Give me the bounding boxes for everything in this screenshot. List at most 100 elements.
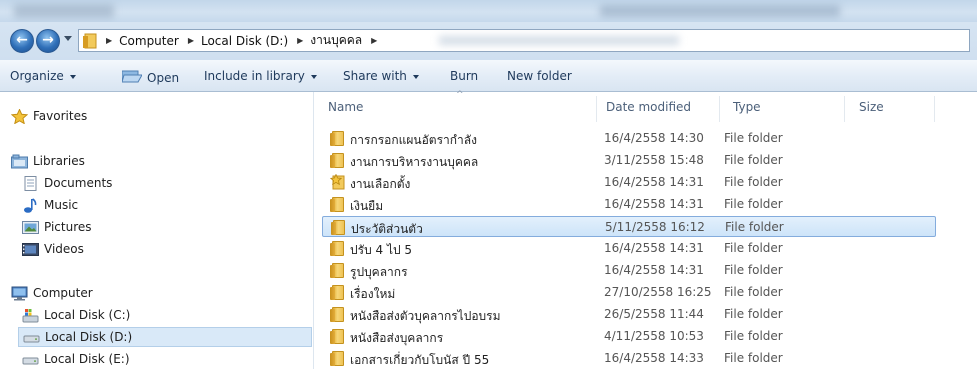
computer-icon bbox=[11, 286, 28, 301]
folder-icon bbox=[330, 152, 345, 168]
favorite-folder-icon bbox=[329, 173, 345, 190]
star-icon bbox=[10, 107, 29, 125]
breadcrumb-separator[interactable]: ▶ bbox=[106, 36, 112, 45]
file-row[interactable]: หนังสือส่งตัวบุคลากรไปอบรม 26/5/2558 11:4… bbox=[322, 304, 936, 325]
share-with-button[interactable]: Share with bbox=[343, 69, 419, 83]
breadcrumb-local-disk-d[interactable]: Local Disk (D:) bbox=[201, 34, 288, 48]
file-type: File folder bbox=[724, 153, 783, 167]
file-date-modified: 16/4/2558 14:30 bbox=[604, 131, 704, 145]
file-date-modified: 4/11/2558 10:53 bbox=[604, 329, 704, 343]
folder-icon bbox=[330, 262, 345, 278]
column-divider[interactable] bbox=[844, 96, 845, 122]
file-row[interactable]: ประวัติส่วนตัว 5/11/2558 16:12 File folder bbox=[322, 216, 936, 237]
file-date-modified: 16/4/2558 14:33 bbox=[604, 351, 704, 365]
drive-icon bbox=[22, 352, 39, 367]
forward-button[interactable]: → bbox=[36, 29, 60, 53]
pictures-icon bbox=[22, 220, 39, 235]
file-date-modified: 16/4/2558 14:31 bbox=[604, 175, 704, 189]
column-header-name[interactable]: Name bbox=[328, 92, 363, 122]
file-row[interactable]: เอกสารเกี่ยวกับโบนัส ปี 55 16/4/2558 14:3… bbox=[322, 348, 936, 369]
open-label: Open bbox=[147, 70, 180, 85]
nav-local-disk-c[interactable]: Local Disk (C:) bbox=[22, 305, 130, 325]
nav-local-disk-d[interactable]: Local Disk (D:) bbox=[18, 327, 312, 347]
folder-icon bbox=[330, 196, 345, 212]
file-name: ปรับ 4 ไป 5 bbox=[350, 243, 413, 257]
file-row[interactable]: เรื่องใหม่ 27/10/2558 16:25 File folder bbox=[322, 282, 936, 303]
music-icon bbox=[22, 197, 39, 213]
file-date-modified: 3/11/2558 15:48 bbox=[604, 153, 704, 167]
open-folder-icon bbox=[121, 69, 143, 86]
include-in-library-button[interactable]: Include in library bbox=[204, 69, 317, 83]
file-row[interactable]: หนังสือส่งบุคลากร 4/11/2558 10:53 File fol… bbox=[322, 326, 936, 347]
file-row[interactable]: การกรอกแผนอัตรากำลัง 16/4/2558 14:30 File … bbox=[322, 128, 936, 149]
libraries-icon bbox=[11, 154, 28, 169]
nav-videos[interactable]: Videos bbox=[22, 239, 84, 259]
file-type: File folder bbox=[724, 131, 783, 145]
folder-icon bbox=[330, 306, 345, 322]
breadcrumb-computer[interactable]: Computer bbox=[119, 34, 179, 48]
nav-music[interactable]: Music bbox=[22, 195, 78, 215]
file-row[interactable]: งานการบริหารงานบุคคล 3/11/2558 15:48 File … bbox=[322, 150, 936, 171]
file-type: File folder bbox=[725, 220, 784, 234]
nav-documents[interactable]: Documents bbox=[22, 173, 112, 193]
nav-pictures[interactable]: Pictures bbox=[22, 217, 92, 237]
include-in-library-label: Include in library bbox=[204, 69, 305, 83]
file-row[interactable]: เงินยืม 16/4/2558 14:31 File folder bbox=[322, 194, 936, 215]
recent-pages-dropdown[interactable] bbox=[64, 36, 72, 41]
file-type: File folder bbox=[724, 285, 783, 299]
file-name: ประวัติส่วนตัว bbox=[351, 222, 423, 236]
chevron-down-icon bbox=[69, 75, 76, 79]
file-type: File folder bbox=[724, 263, 783, 277]
file-name: เรื่องใหม่ bbox=[350, 287, 396, 301]
column-header-type[interactable]: Type bbox=[733, 92, 761, 122]
file-type: File folder bbox=[724, 351, 783, 365]
file-row[interactable]: งานเลือกตั้ง 16/4/2558 14:31 File folder bbox=[322, 172, 936, 193]
nav-favorites[interactable]: Favorites bbox=[10, 106, 88, 126]
sort-ascending-icon: ^ bbox=[456, 90, 464, 100]
column-divider[interactable] bbox=[596, 96, 597, 122]
burn-button[interactable]: Burn bbox=[450, 69, 478, 83]
file-row[interactable]: รูปบุคลากร 16/4/2558 14:31 File folder bbox=[322, 260, 936, 281]
file-name: หนังสือส่งตัวบุคลากรไปอบรม bbox=[350, 309, 501, 323]
column-divider[interactable] bbox=[934, 96, 935, 122]
window-title-bar bbox=[0, 0, 977, 22]
file-name: งานเลือกตั้ง bbox=[350, 177, 411, 191]
file-date-modified: 16/4/2558 14:31 bbox=[604, 263, 704, 277]
breadcrumb-separator[interactable]: ▶ bbox=[297, 36, 303, 45]
column-header-date-modified[interactable]: Date modified bbox=[606, 92, 691, 122]
open-button[interactable]: Open bbox=[121, 69, 180, 86]
navigation-pane: Favorites Libraries Documents Music Pict… bbox=[0, 92, 314, 369]
file-list: Name ^ Date modified Type Size การกรอกแผ… bbox=[314, 90, 977, 369]
file-type: File folder bbox=[724, 197, 783, 211]
column-divider[interactable] bbox=[719, 96, 720, 122]
nav-local-disk-e[interactable]: Local Disk (E:) bbox=[22, 349, 130, 369]
file-row[interactable]: ปรับ 4 ไป 5 16/4/2558 14:31 File folder bbox=[322, 238, 936, 259]
file-name: การกรอกแผนอัตรากำลัง bbox=[350, 133, 478, 147]
organize-label: Organize bbox=[10, 69, 64, 83]
command-toolbar: Organize Open Include in library Share w… bbox=[0, 60, 977, 92]
address-bar[interactable]: ▶ Computer ▶ Local Disk (D:) ▶ งานบุคคล … bbox=[78, 29, 970, 52]
folder-icon bbox=[330, 328, 345, 344]
nav-libraries[interactable]: Libraries bbox=[11, 151, 85, 171]
file-date-modified: 16/4/2558 14:31 bbox=[604, 241, 704, 255]
file-name: หนังสือส่งบุคลากร bbox=[350, 331, 444, 345]
nav-libraries-label: Libraries bbox=[33, 154, 85, 168]
nav-computer-label: Computer bbox=[33, 286, 93, 300]
nav-documents-label: Documents bbox=[44, 176, 113, 190]
organize-button[interactable]: Organize bbox=[10, 69, 76, 83]
nav-favorites-label: Favorites bbox=[33, 109, 88, 123]
title-bar-blur bbox=[14, 4, 114, 18]
breadcrumb-current-folder[interactable]: งานบุคคล bbox=[310, 31, 362, 50]
breadcrumb-separator[interactable]: ▶ bbox=[188, 36, 194, 45]
new-folder-button[interactable]: New folder bbox=[507, 69, 572, 83]
nav-videos-label: Videos bbox=[44, 242, 84, 256]
videos-icon bbox=[22, 242, 39, 257]
address-bar-blur bbox=[439, 36, 679, 45]
back-button[interactable]: ← bbox=[10, 29, 34, 53]
column-header-size[interactable]: Size bbox=[859, 92, 884, 122]
breadcrumb-separator[interactable]: ▶ bbox=[371, 36, 377, 45]
file-type: File folder bbox=[724, 241, 783, 255]
window-title bbox=[600, 5, 840, 17]
nav-computer[interactable]: Computer bbox=[11, 283, 93, 303]
chevron-down-icon bbox=[310, 75, 317, 79]
